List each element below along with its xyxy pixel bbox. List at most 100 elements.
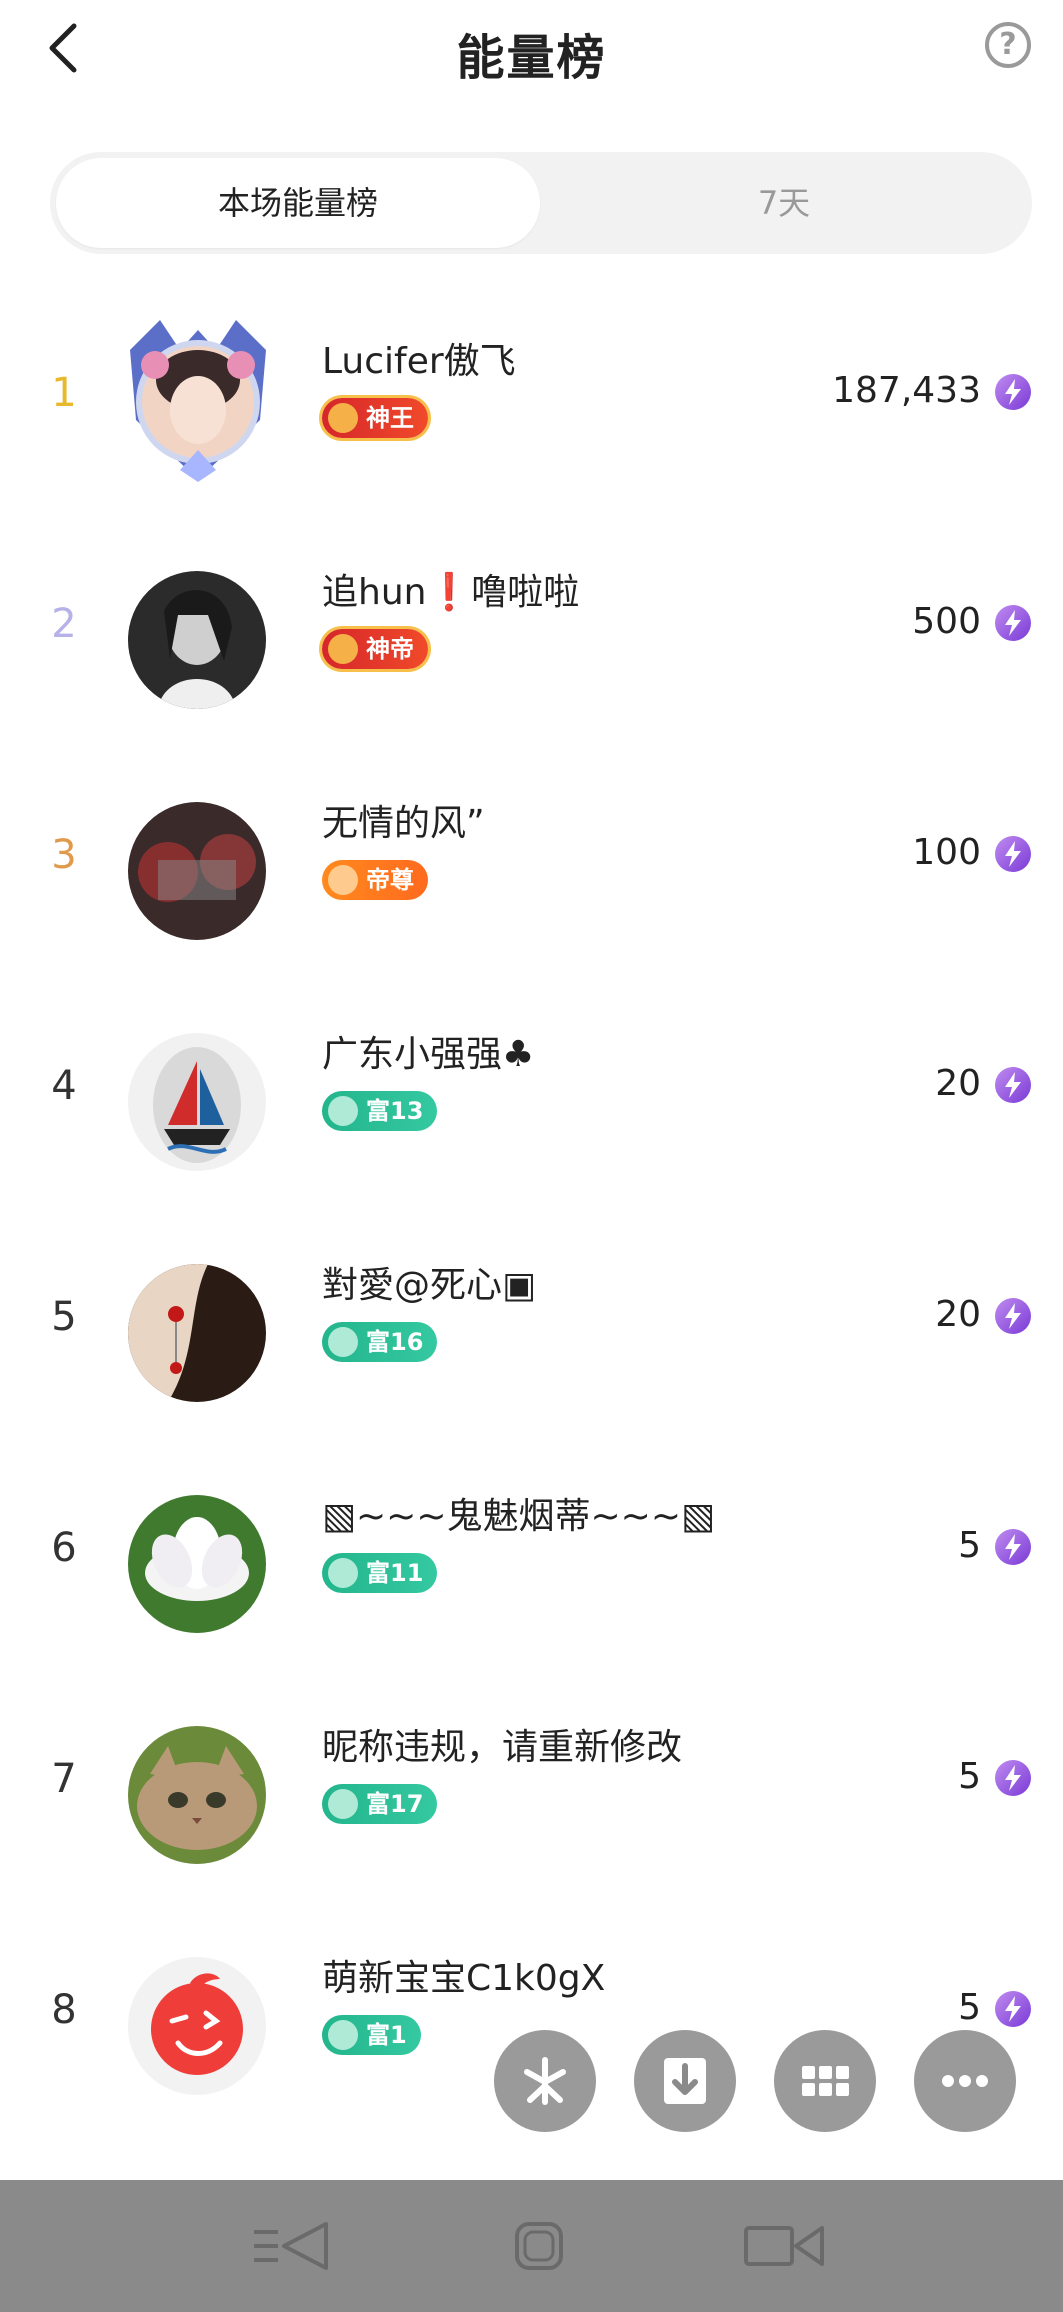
avatar-image — [128, 571, 266, 709]
rank-number: 5 — [51, 1294, 77, 1340]
energy-score: 100 — [912, 832, 981, 873]
home-icon — [515, 2222, 563, 2270]
badge-icon — [328, 865, 358, 895]
list-item[interactable]: 1 Lucifer傲飞 神王 187,433 — [0, 290, 1063, 521]
lightning-icon — [995, 1760, 1031, 1796]
user-name: 對愛@死心▣ — [322, 1265, 537, 1306]
menu-back-button[interactable] — [248, 2216, 338, 2276]
energy-ranking-page: 能量榜 ? 本场能量榜 7天 1 Lucifer傲飞 神王 187,433 2 … — [0, 0, 1063, 2312]
badge-icon — [328, 403, 358, 433]
badge-icon — [328, 1096, 358, 1126]
avatar-image — [128, 1495, 266, 1633]
badge-icon — [328, 634, 358, 664]
user-name: ▧~~~鬼魅烟蒂~~~▧ — [322, 1496, 716, 1537]
avatar-image — [128, 1033, 266, 1171]
level-badge: 富11 — [322, 1553, 438, 1593]
lightning-icon — [995, 1529, 1031, 1565]
user-name: 昵称违规，请重新修改 — [322, 1727, 683, 1768]
rank-number: 2 — [51, 601, 77, 647]
level-badge: 富1 — [322, 2015, 421, 2055]
list-item[interactable]: 7 昵称违规，请重新修改 富17 5 — [0, 1676, 1063, 1907]
camera-icon — [744, 2226, 824, 2266]
tab-7-days[interactable]: 7天 — [542, 158, 1026, 248]
avatar-image — [128, 1957, 266, 2095]
avatar[interactable] — [128, 802, 266, 940]
help-button[interactable]: ? — [985, 22, 1031, 68]
energy-score: 5 — [958, 1756, 981, 1797]
more-button[interactable] — [914, 2030, 1016, 2132]
level-badge: 神王 — [322, 398, 428, 438]
pinwheel-icon — [524, 2057, 566, 2105]
home-button[interactable] — [495, 2216, 585, 2276]
energy-score: 20 — [935, 1294, 981, 1335]
energy-score: 20 — [935, 1063, 981, 1104]
question-circle-icon: ? — [999, 27, 1017, 62]
avatar[interactable] — [128, 571, 266, 709]
badge-label: 帝尊 — [366, 866, 414, 894]
badge-icon — [328, 2020, 358, 2050]
avatar-image — [128, 1264, 266, 1402]
avatar[interactable] — [128, 1495, 266, 1633]
avatar[interactable] — [128, 1726, 266, 1864]
avatar[interactable] — [128, 1957, 266, 2095]
header: 能量榜 ? — [0, 0, 1063, 110]
system-navigation-bar — [0, 2180, 1063, 2312]
avatar-image — [128, 802, 266, 940]
user-name: 追hun❗噜啦啦 — [322, 572, 580, 613]
level-badge: 富17 — [322, 1784, 438, 1824]
rank-number: 7 — [51, 1756, 77, 1802]
badge-label: 神王 — [366, 404, 414, 432]
rank-number: 6 — [51, 1525, 77, 1571]
list-item[interactable]: 2 追hun❗噜啦啦 神帝 500 — [0, 521, 1063, 752]
avatar[interactable] — [128, 1264, 266, 1402]
level-badge: 富13 — [322, 1091, 438, 1131]
badge-label: 富16 — [366, 1328, 424, 1356]
badge-label: 富11 — [366, 1559, 424, 1587]
user-name: 萌新宝宝C1k0gX — [322, 1958, 606, 1999]
tab-bar: 本场能量榜 7天 — [50, 152, 1032, 254]
badge-label: 富13 — [366, 1097, 424, 1125]
list-item[interactable]: 5 對愛@死心▣ 富16 20 — [0, 1214, 1063, 1445]
user-name: 广东小强强♣ — [322, 1034, 535, 1075]
energy-score: 5 — [958, 1987, 981, 2028]
energy-score: 5 — [958, 1525, 981, 1566]
level-badge: 神帝 — [322, 629, 428, 669]
lightning-icon — [995, 374, 1031, 410]
rank-number: 4 — [51, 1063, 77, 1109]
list-item[interactable]: 4 广东小强强♣ 富13 20 — [0, 983, 1063, 1214]
rank-number: 1 — [51, 370, 77, 416]
badge-label: 神帝 — [366, 635, 414, 663]
page-title: 能量榜 — [456, 30, 607, 86]
user-name: Lucifer傲飞 — [322, 341, 516, 382]
download-button[interactable] — [634, 2030, 736, 2132]
tab-current-session[interactable]: 本场能量榜 — [56, 158, 540, 248]
lightning-icon — [995, 1991, 1031, 2027]
badge-icon — [328, 1327, 358, 1357]
energy-score: 187,433 — [832, 370, 981, 411]
badge-icon — [328, 1789, 358, 1819]
recent-apps-button[interactable] — [740, 2216, 830, 2276]
lightning-icon — [995, 1067, 1031, 1103]
avatar-frame-icon — [130, 320, 266, 482]
avatar-image — [128, 1726, 266, 1864]
lightning-icon — [995, 605, 1031, 641]
badge-label: 富17 — [366, 1790, 424, 1818]
level-badge: 帝尊 — [322, 860, 428, 900]
menu-back-icon — [254, 2222, 328, 2270]
avatar[interactable] — [110, 310, 286, 486]
list-item[interactable]: 3 无情的风” 帝尊 100 — [0, 752, 1063, 983]
lightning-icon — [995, 836, 1031, 872]
level-badge: 富16 — [322, 1322, 438, 1362]
list-item[interactable]: 6 ▧~~~鬼魅烟蒂~~~▧ 富11 5 — [0, 1445, 1063, 1676]
avatar[interactable] — [128, 1033, 266, 1171]
rank-number: 8 — [51, 1987, 77, 2033]
lightning-icon — [995, 1298, 1031, 1334]
badge-label: 富1 — [366, 2021, 407, 2049]
download-icon — [664, 2058, 706, 2104]
more-icon — [942, 2075, 988, 2087]
user-name: 无情的风” — [322, 803, 485, 844]
grid-menu-button[interactable] — [774, 2030, 876, 2132]
pinwheel-button[interactable] — [494, 2030, 596, 2132]
grid-icon — [802, 2066, 849, 2096]
badge-icon — [328, 1558, 358, 1588]
